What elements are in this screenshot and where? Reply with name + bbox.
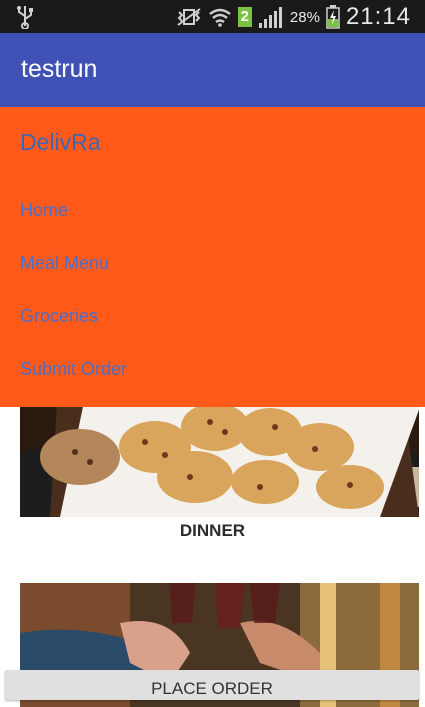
menu-item-meal-menu[interactable]: Meal Menu xyxy=(20,253,109,274)
sim-badge: 2 xyxy=(237,7,252,27)
menu-item-submit-order[interactable]: Submit Order xyxy=(20,359,127,380)
wifi-icon xyxy=(208,8,231,27)
clock: 21:14 xyxy=(345,3,411,30)
battery-percent: 28% xyxy=(289,8,320,26)
signal-icon xyxy=(258,7,282,28)
menu-item-home[interactable]: Home xyxy=(20,200,68,221)
vibrate-mute-icon xyxy=(176,8,201,26)
status-bar: 2 28% 21:14 xyxy=(0,0,425,33)
menu-item-groceries[interactable]: Groceries xyxy=(20,306,98,327)
navigation-drawer: DelivRa Home Meal Menu Groceries Submit … xyxy=(0,107,425,407)
section-label-dinner: DINNER xyxy=(179,521,246,540)
app-title: testrun xyxy=(21,55,98,83)
battery-charging-icon xyxy=(326,5,340,29)
usb-icon xyxy=(17,6,33,29)
place-order-button[interactable]: PLACE ORDER xyxy=(5,670,419,700)
drawer-brand: DelivRa xyxy=(20,129,101,155)
app-bar: testrun xyxy=(0,33,425,107)
